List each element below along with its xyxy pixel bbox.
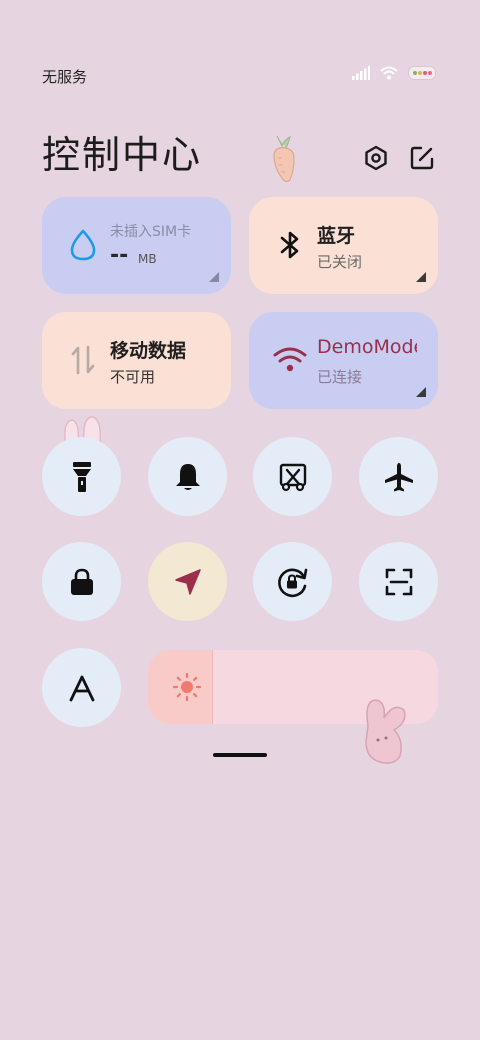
settings-button[interactable]: [360, 142, 392, 174]
bluetooth-icon: [273, 227, 307, 263]
bluetooth-tile[interactable]: 蓝牙 已关闭: [249, 197, 438, 294]
scan-icon: [385, 568, 412, 595]
edit-button[interactable]: [406, 142, 438, 174]
carrot-decoration: [273, 135, 295, 183]
status-icons: [352, 66, 436, 80]
data-usage-tile[interactable]: 未插入SIM卡 -- MB: [42, 197, 231, 294]
flashlight-icon: [72, 461, 91, 492]
sim-status-label: 未插入SIM卡: [110, 224, 192, 240]
auto-rotate-toggle[interactable]: [253, 542, 332, 621]
flashlight-toggle[interactable]: [42, 437, 121, 516]
location-toggle[interactable]: [148, 542, 227, 621]
airplane-mode-toggle[interactable]: [359, 437, 438, 516]
scanner-toggle[interactable]: [359, 542, 438, 621]
wifi-status-icon: [380, 66, 398, 80]
control-center-screen: 无服务 控制中心 未插入SIM卡 -- MB 蓝牙 已关闭 移动数据 不可用 D…: [0, 0, 480, 1040]
mobile-data-tile[interactable]: 移动数据 不可用: [42, 312, 231, 409]
screenshot-scissors-icon: [279, 463, 306, 491]
page-title: 控制中心: [42, 133, 203, 177]
font-a-icon: [69, 675, 94, 701]
home-indicator[interactable]: [213, 753, 267, 757]
airplane-icon: [384, 462, 413, 491]
wifi-network-name: DemoMode: [317, 336, 417, 358]
battery-icon: [408, 66, 436, 80]
lock-screen-toggle[interactable]: [42, 542, 121, 621]
expand-corner-icon: [416, 272, 426, 282]
bunny-decoration: [365, 699, 406, 764]
expand-corner-icon: [209, 272, 219, 282]
bluetooth-status: 已关闭: [317, 253, 363, 271]
settings-icon: [365, 145, 387, 171]
wifi-status: 已连接: [317, 368, 363, 386]
ringer-toggle[interactable]: [148, 437, 227, 516]
rotation-lock-icon: [277, 568, 307, 597]
mobile-data-status: 不可用: [110, 368, 156, 386]
data-arrows-icon: [66, 342, 100, 378]
wifi-tile[interactable]: DemoMode 已连接: [249, 312, 438, 409]
edit-icon: [410, 146, 434, 170]
data-usage-unit: MB: [138, 252, 157, 266]
data-usage-value: --: [110, 243, 129, 268]
bell-icon: [175, 463, 200, 490]
water-drop-icon: [66, 227, 100, 263]
signal-icon: [352, 66, 370, 80]
mobile-data-title: 移动数据: [110, 340, 187, 362]
screenshot-toggle[interactable]: [253, 437, 332, 516]
reading-mode-toggle[interactable]: [42, 648, 121, 727]
location-arrow-icon: [174, 568, 201, 595]
bluetooth-title: 蓝牙: [317, 225, 356, 247]
lock-icon: [70, 568, 93, 595]
sun-icon: [172, 672, 202, 702]
expand-corner-icon: [416, 387, 426, 397]
carrier-status: 无服务: [42, 68, 88, 86]
wifi-icon: [273, 342, 307, 378]
